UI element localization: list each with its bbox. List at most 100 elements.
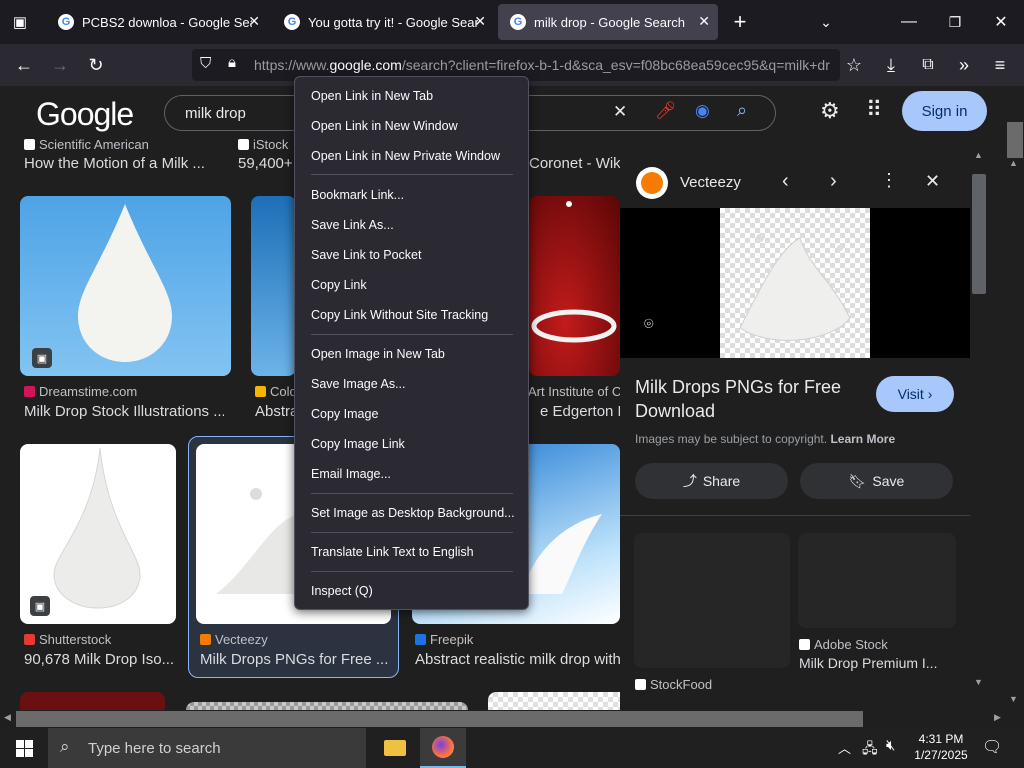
share-button[interactable]: ⤴ Share [635, 463, 788, 499]
related-image[interactable] [798, 533, 956, 628]
result-source[interactable]: Freepik [415, 632, 615, 647]
result-image[interactable] [488, 692, 620, 710]
result-image[interactable] [20, 692, 165, 710]
close-tab-icon[interactable]: ✕ [698, 13, 710, 30]
preview-image-frame[interactable]: ⌾ [620, 208, 970, 358]
preview-image[interactable] [720, 208, 870, 358]
menu-item-bookmark-link[interactable]: Bookmark Link... [311, 188, 404, 202]
result-source[interactable]: StockFood [635, 677, 785, 692]
menu-item-translate-link-text[interactable]: Translate Link Text to English [311, 545, 474, 559]
save-button[interactable]: 🔖︎ Save [800, 463, 953, 499]
result-title[interactable]: Coronet - Wiki [529, 155, 620, 172]
scroll-left-icon[interactable]: ◀ [4, 712, 11, 723]
close-tab-icon[interactable]: ✕ [474, 13, 486, 30]
menu-item-inspect[interactable]: Inspect (Q) [311, 584, 373, 598]
horizontal-scroll-thumb[interactable] [16, 711, 863, 727]
lens-icon[interactable]: ⌾ [644, 316, 654, 334]
menu-item-open-link-private-window[interactable]: Open Link in New Private Window [311, 149, 500, 163]
visit-button[interactable]: Visit › [876, 376, 954, 412]
show-hidden-icons-icon[interactable]: ︿ [838, 738, 851, 757]
result-source[interactable]: Scientific American [24, 138, 184, 152]
result-image[interactable]: ▣ [20, 196, 231, 376]
menu-item-open-link-new-tab[interactable]: Open Link in New Tab [311, 89, 433, 103]
result-source[interactable]: Art Institute of Ch [528, 384, 620, 399]
forward-icon[interactable]: → [46, 52, 74, 78]
tab-milk-drop[interactable]: G milk drop - Google Search ✕ [498, 4, 718, 40]
vertical-scroll-thumb[interactable] [1007, 122, 1023, 158]
menu-item-save-link-to-pocket[interactable]: Save Link to Pocket [311, 248, 421, 262]
back-icon[interactable]: ← [10, 52, 38, 78]
clear-search-icon[interactable]: ✕ [613, 102, 627, 122]
result-source[interactable]: iStock [238, 138, 293, 152]
result-source[interactable]: Vecteezy [200, 632, 390, 647]
menu-item-save-image-as[interactable]: Save Image As... [311, 377, 406, 391]
panel-title[interactable]: Milk Drops PNGs for Free Download [635, 375, 865, 423]
result-title[interactable]: How the Motion of a Milk ... [24, 155, 214, 172]
result-title[interactable]: 90,678 Milk Drop Iso... [24, 651, 184, 668]
tab-manager-icon[interactable]: ▣ [6, 9, 34, 35]
menu-item-open-image-new-tab[interactable]: Open Image in New Tab [311, 347, 445, 361]
panel-scroll-thumb[interactable] [972, 174, 986, 294]
extensions-icon[interactable]: ⧉ [914, 52, 942, 78]
menu-item-open-link-new-window[interactable]: Open Link in New Window [311, 119, 458, 133]
menu-item-email-image[interactable]: Email Image... [311, 467, 391, 481]
start-button[interactable] [0, 728, 48, 768]
menu-item-set-desktop-background[interactable]: Set Image as Desktop Background... [311, 506, 515, 520]
previous-icon[interactable]: ‹ [782, 170, 789, 193]
bookmark-star-icon[interactable]: ☆ [840, 52, 868, 78]
site-logo[interactable] [636, 167, 668, 199]
clock[interactable]: 4:31 PM 1/27/2025 [912, 731, 970, 763]
result-title[interactable]: Milk Drops PNGs for Free ... [200, 651, 390, 668]
notifications-icon[interactable]: 🗨︎ [982, 737, 1002, 757]
settings-gear-icon[interactable]: ⚙ [820, 98, 840, 124]
vertical-scrollbar[interactable]: ▲ ▼ [1004, 122, 1024, 710]
voice-search-icon[interactable]: 🎤︎ [655, 101, 677, 121]
result-title[interactable]: 59,400+ [238, 155, 293, 172]
lens-search-icon[interactable]: ◉ [695, 101, 710, 121]
apps-grid-icon[interactable]: ⠿ [866, 97, 882, 123]
network-icon[interactable]: 🖧︎ [862, 738, 878, 762]
related-image[interactable] [634, 533, 790, 668]
menu-item-copy-link-without-tracking[interactable]: Copy Link Without Site Tracking [311, 308, 488, 322]
result-title[interactable]: e Edgerton Mi [540, 403, 620, 420]
close-tab-icon[interactable]: ✕ [248, 13, 260, 30]
downloads-icon[interactable]: ⤓ [877, 52, 905, 78]
horizontal-scrollbar[interactable]: ◀ ▶ [0, 710, 1024, 728]
close-window-icon[interactable]: ✕ [987, 9, 1015, 35]
menu-item-copy-image-link[interactable]: Copy Image Link [311, 437, 405, 451]
lock-icon[interactable]: 🔒︎ [228, 54, 236, 71]
scroll-down-icon[interactable]: ▼ [974, 677, 983, 687]
result-title[interactable]: Abstract realistic milk drop with [415, 651, 620, 668]
result-title[interactable]: Abstra [255, 403, 295, 420]
menu-item-copy-image[interactable]: Copy Image [311, 407, 378, 421]
taskbar-search-box[interactable]: ⌕ Type here to search [48, 728, 366, 768]
tab-pcbs2[interactable]: G PCBS2 downloa - Google Search ✕ [46, 4, 268, 40]
more-options-icon[interactable]: ⋮ [880, 170, 898, 191]
scroll-right-icon[interactable]: ▶ [994, 712, 1001, 723]
scroll-down-icon[interactable]: ▼ [1009, 694, 1018, 704]
result-source[interactable]: Shutterstock [24, 632, 179, 647]
learn-more-link[interactable]: Learn More [830, 432, 895, 446]
result-image[interactable] [529, 196, 620, 376]
result-image[interactable]: ▣ [20, 444, 176, 624]
scroll-up-icon[interactable]: ▲ [1009, 158, 1018, 168]
result-source[interactable]: Dreamstime.com [24, 384, 224, 399]
result-image[interactable] [186, 702, 468, 710]
result-source[interactable]: Adobe Stock [799, 637, 959, 652]
reload-icon[interactable]: ↻ [82, 52, 110, 78]
new-tab-icon[interactable]: + [726, 9, 754, 35]
panel-scrollbar[interactable]: ▲ ▼ [970, 150, 990, 695]
search-icon[interactable]: ⌕ [737, 100, 747, 121]
shield-icon[interactable]: ⛉ [200, 55, 211, 72]
menu-item-copy-link[interactable]: Copy Link [311, 278, 367, 292]
scroll-up-icon[interactable]: ▲ [974, 150, 983, 160]
firefox-taskbar-button[interactable] [420, 728, 466, 768]
menu-item-save-link-as[interactable]: Save Link As... [311, 218, 394, 232]
result-title[interactable]: Milk Drop Premium I... [799, 655, 959, 671]
volume-muted-icon[interactable]: 🔇︎ [886, 737, 895, 754]
result-image[interactable] [251, 196, 296, 376]
result-source[interactable]: Colo [255, 384, 295, 399]
more-tools-icon[interactable]: » [950, 52, 978, 78]
list-all-tabs-icon[interactable]: ⌄ [812, 9, 840, 35]
result-title[interactable]: Milk Drop Stock Illustrations ... [24, 403, 224, 420]
